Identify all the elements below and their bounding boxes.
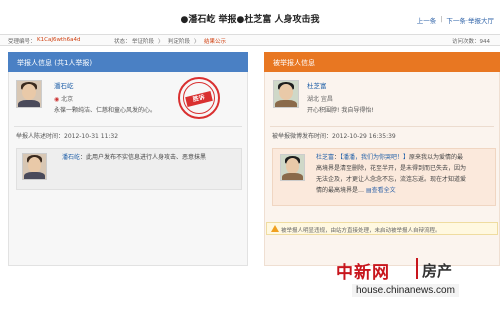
case-id-label: 受理编号： — [8, 39, 36, 45]
divider — [270, 126, 494, 127]
reporter-statement-name[interactable]: 潘石屹 — [62, 154, 80, 161]
page-nav: 上一条 | 下一条·举报大厅 — [417, 15, 494, 25]
reported-bio: 开心积围脖! 我自导得怡! — [307, 107, 374, 114]
watermark-brand: 中新网 — [336, 263, 390, 283]
reporter-name[interactable]: 潘石屹 — [54, 80, 74, 90]
reporter-location-text: 北京 — [61, 96, 74, 103]
stage-sep-icon: 〉 — [158, 39, 164, 45]
reporter-statement-time: 举报人陈述时间：2012-10-31 11:32 — [16, 133, 119, 140]
watermark-channel: 房产 — [422, 262, 453, 280]
case-info-bar: 受理编号： K1CaJ6wth6a4d 状态： 举证阶段 〉 判定阶段 〉 结果… — [0, 34, 500, 46]
reported-location: 湖北 宜昌 — [307, 96, 333, 103]
divider — [14, 126, 242, 127]
watermark-divider — [416, 258, 418, 279]
reporter-panel-header: 举报人信息 (共1人举报) — [8, 52, 248, 72]
status-label: 状态： — [114, 39, 131, 45]
post-line-3: 无法企及，才更让人念念不忘，流连忘返。现在才知道爱 — [316, 176, 467, 183]
verdict-stamp-icon: 胜诉 — [178, 77, 220, 119]
reporter-bio: 永葆一颗纯洁、仁慈和童心风发的心。 — [54, 107, 157, 114]
post-line-2: 高境界是清至删除，花至半开，是未得到而已失去，因为 — [316, 165, 467, 172]
view-full-text-link[interactable]: 查看全文 — [372, 187, 396, 194]
stage-result: 结果公示 — [204, 39, 227, 45]
visit-count: 访问次数：944 — [452, 39, 490, 45]
reporter-statement: 潘石屹：此用户发布不实信息进行人身攻击、恶意抹黑 — [62, 152, 206, 163]
next-link[interactable]: 下一条·举报大厅 — [446, 15, 494, 25]
location-pin-icon: ◉ — [54, 96, 60, 103]
stage-sep-icon: 〉 — [194, 39, 200, 45]
reporter-avatar[interactable] — [16, 80, 42, 108]
reported-post-avatar[interactable] — [280, 154, 305, 181]
nav-separator: | — [440, 15, 443, 23]
post-line-1: 原来我以为爱情的最 — [409, 154, 464, 161]
reporter-statement-text: ：此用户发布不实信息进行人身攻击、恶意抹黑 — [80, 154, 207, 161]
reported-avatar[interactable] — [273, 80, 299, 108]
reported-post-topic[interactable]: 【潘潘，我们为你哭吧！】 — [340, 154, 409, 161]
reported-post-name[interactable]: 杜芝富 — [316, 154, 334, 161]
reported-name[interactable]: 杜芝富 — [307, 80, 327, 90]
post-line-4: 情的最高境界是… — [316, 187, 365, 194]
case-id-value[interactable]: K1CaJ6wth6a4d — [37, 37, 80, 43]
prev-link[interactable]: 上一条 — [417, 15, 437, 25]
violation-notice-text: 被举报人明显违规，由站方直接处理，未启动被举报人自辩流程。 — [281, 228, 441, 234]
reporter-location: ◉ 北京 — [54, 94, 73, 103]
reported-post-text: 杜芝富：【潘潘，我们为你哭吧！】原来我以为爱情的最 高境界是清至删除，花至半开，… — [316, 152, 494, 196]
stage-judgement: 判定阶段 — [168, 39, 191, 45]
reported-panel-header: 被举报人信息 — [264, 52, 500, 72]
reporter-statement-avatar[interactable] — [22, 153, 47, 180]
watermark-url: house.chinanews.com — [352, 284, 459, 297]
violation-notice: 被举报人明显违规，由站方直接处理，未启动被举报人自辩流程。 — [266, 222, 498, 235]
warning-icon — [271, 225, 279, 232]
stage-evidence: 举证阶段 — [132, 39, 155, 45]
reported-post-time: 被举报微博发布时间：2012-10-29 16:35:39 — [272, 133, 396, 140]
